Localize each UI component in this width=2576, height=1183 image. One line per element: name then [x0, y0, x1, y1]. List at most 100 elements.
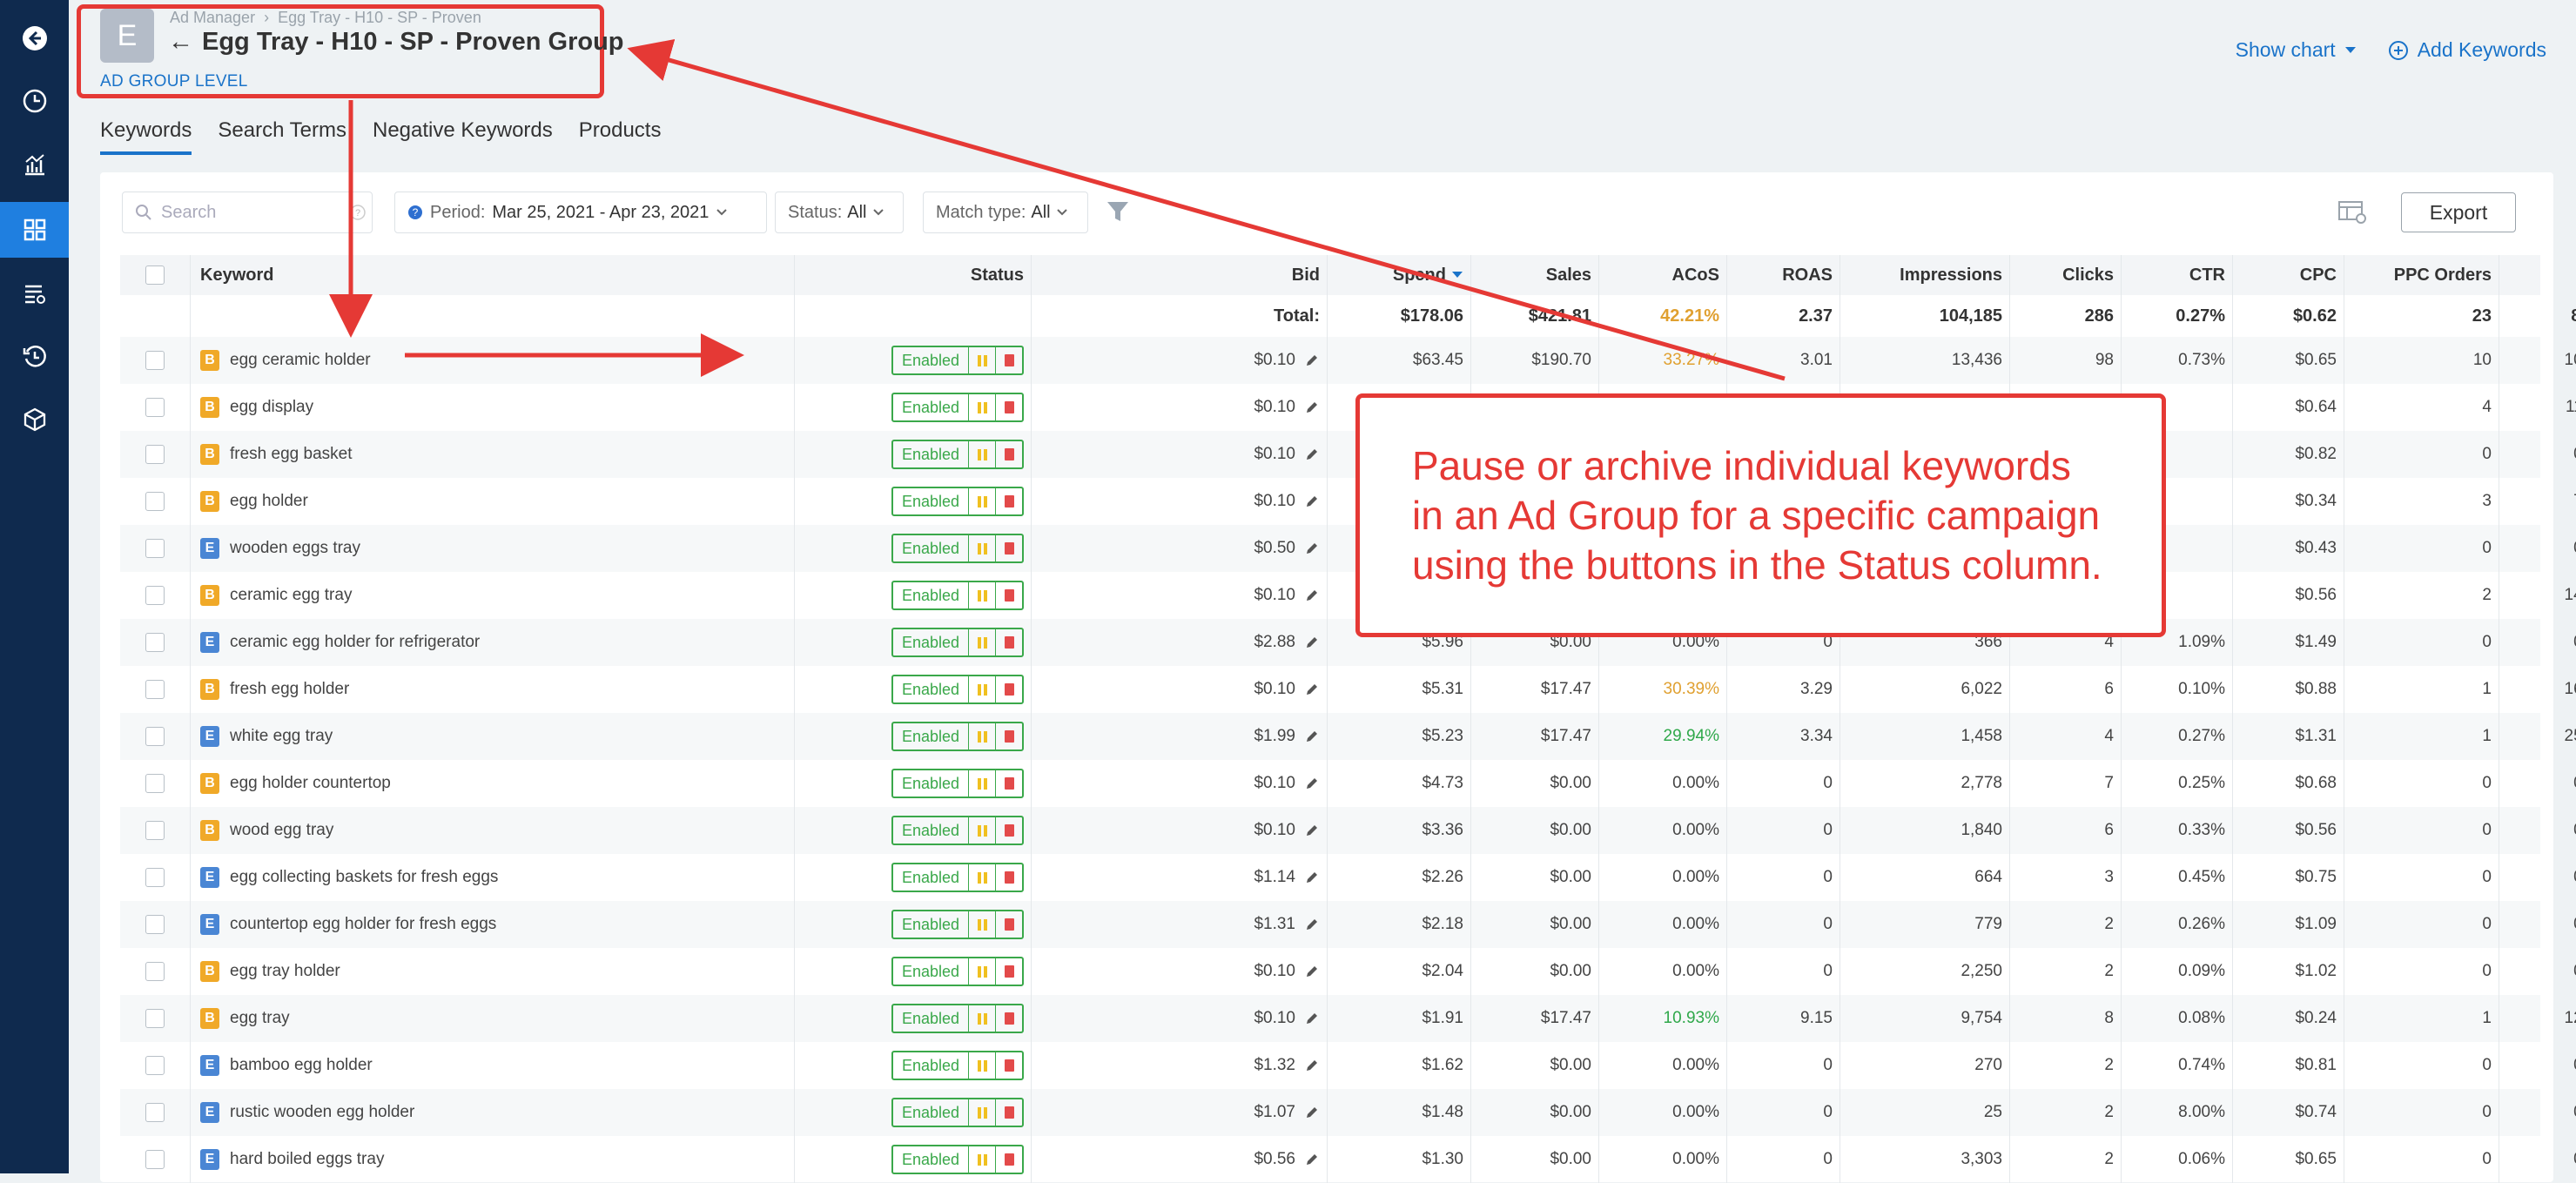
add-keywords-button[interactable]: Add Keywords: [2388, 38, 2546, 62]
sort-desc-icon[interactable]: [1451, 271, 1463, 279]
edit-bid-pencil-icon[interactable]: [1304, 447, 1320, 462]
row-checkbox[interactable]: [145, 1009, 165, 1028]
row-checkbox[interactable]: [145, 492, 165, 511]
row-checkbox[interactable]: [145, 586, 165, 605]
row-checkbox[interactable]: [145, 351, 165, 370]
status-filter[interactable]: Status: All: [775, 192, 904, 233]
pause-button[interactable]: [969, 911, 996, 938]
status-enabled-button[interactable]: Enabled: [893, 441, 969, 467]
archive-button[interactable]: [996, 629, 1022, 655]
column-header-spend[interactable]: Spend: [1327, 255, 1470, 295]
column-header-roas[interactable]: ROAS: [1726, 255, 1840, 295]
search-input[interactable]: Search ?: [122, 192, 373, 233]
archive-button[interactable]: [996, 582, 1022, 608]
pause-button[interactable]: [969, 1099, 996, 1126]
edit-bid-pencil-icon[interactable]: [1304, 1152, 1320, 1167]
period-filter[interactable]: ? Period: Mar 25, 2021 - Apr 23, 2021: [394, 192, 767, 233]
archive-button[interactable]: [996, 347, 1022, 373]
pause-button[interactable]: [969, 488, 996, 514]
grid-icon[interactable]: [0, 202, 69, 258]
status-enabled-button[interactable]: Enabled: [893, 1146, 969, 1173]
archive-button[interactable]: [996, 394, 1022, 420]
edit-bid-pencil-icon[interactable]: [1304, 494, 1320, 509]
archive-button[interactable]: [996, 441, 1022, 467]
column-settings-icon[interactable]: [2337, 200, 2367, 225]
edit-bid-pencil-icon[interactable]: [1304, 823, 1320, 838]
row-checkbox[interactable]: [145, 727, 165, 746]
archive-button[interactable]: [996, 911, 1022, 938]
edit-bid-pencil-icon[interactable]: [1304, 1105, 1320, 1120]
pause-button[interactable]: [969, 1005, 996, 1032]
breadcrumb-item[interactable]: Ad Manager: [170, 9, 255, 26]
row-checkbox[interactable]: [145, 962, 165, 981]
archive-button[interactable]: [996, 1052, 1022, 1079]
edit-bid-pencil-icon[interactable]: [1304, 682, 1320, 697]
analytics-icon[interactable]: [0, 138, 69, 193]
pause-button[interactable]: [969, 1052, 996, 1079]
archive-button[interactable]: [996, 1005, 1022, 1032]
pause-button[interactable]: [969, 582, 996, 608]
column-header-cr[interactable]: CR: [2499, 255, 2576, 295]
pause-button[interactable]: [969, 441, 996, 467]
row-checkbox[interactable]: [145, 915, 165, 934]
archive-button[interactable]: [996, 958, 1022, 985]
show-chart-button[interactable]: Show chart: [2236, 38, 2357, 62]
history-icon[interactable]: [0, 329, 69, 385]
row-checkbox[interactable]: [145, 539, 165, 558]
status-enabled-button[interactable]: Enabled: [893, 1052, 969, 1079]
select-all-checkbox[interactable]: [145, 266, 165, 285]
edit-bid-pencil-icon[interactable]: [1304, 964, 1320, 979]
status-enabled-button[interactable]: Enabled: [893, 535, 969, 561]
edit-bid-pencil-icon[interactable]: [1304, 870, 1320, 885]
archive-button[interactable]: [996, 723, 1022, 749]
archive-button[interactable]: [996, 488, 1022, 514]
column-header-sales[interactable]: Sales: [1470, 255, 1598, 295]
row-checkbox[interactable]: [145, 633, 165, 652]
edit-bid-pencil-icon[interactable]: [1304, 353, 1320, 368]
column-header-clicks[interactable]: Clicks: [2009, 255, 2121, 295]
pause-button[interactable]: [969, 817, 996, 844]
help-icon[interactable]: ?: [349, 204, 367, 221]
pause-button[interactable]: [969, 770, 996, 797]
status-enabled-button[interactable]: Enabled: [893, 629, 969, 655]
row-checkbox[interactable]: [145, 868, 165, 887]
pause-button[interactable]: [969, 629, 996, 655]
archive-button[interactable]: [996, 864, 1022, 891]
status-enabled-button[interactable]: Enabled: [893, 488, 969, 514]
status-enabled-button[interactable]: Enabled: [893, 770, 969, 797]
match-type-filter[interactable]: Match type: All: [923, 192, 1088, 233]
pause-button[interactable]: [969, 723, 996, 749]
status-enabled-button[interactable]: Enabled: [893, 676, 969, 702]
archive-button[interactable]: [996, 1146, 1022, 1173]
row-checkbox[interactable]: [145, 680, 165, 699]
status-enabled-button[interactable]: Enabled: [893, 347, 969, 373]
status-enabled-button[interactable]: Enabled: [893, 582, 969, 608]
row-checkbox[interactable]: [145, 398, 165, 417]
box-icon[interactable]: [0, 392, 69, 447]
status-enabled-button[interactable]: Enabled: [893, 911, 969, 938]
pause-button[interactable]: [969, 394, 996, 420]
edit-bid-pencil-icon[interactable]: [1304, 1058, 1320, 1073]
status-enabled-button[interactable]: Enabled: [893, 723, 969, 749]
list-settings-icon[interactable]: [0, 266, 69, 321]
column-header-cpc[interactable]: CPC: [2232, 255, 2344, 295]
filter-funnel-icon[interactable]: [1106, 200, 1130, 223]
row-checkbox[interactable]: [145, 1056, 165, 1075]
export-button[interactable]: Export: [2401, 192, 2516, 232]
status-enabled-button[interactable]: Enabled: [893, 1005, 969, 1032]
edit-bid-pencil-icon[interactable]: [1304, 1011, 1320, 1026]
pause-button[interactable]: [969, 1146, 996, 1173]
row-checkbox[interactable]: [145, 821, 165, 840]
tab-keywords[interactable]: Keywords: [100, 118, 192, 155]
pause-button[interactable]: [969, 958, 996, 985]
edit-bid-pencil-icon[interactable]: [1304, 917, 1320, 932]
archive-button[interactable]: [996, 676, 1022, 702]
pause-button[interactable]: [969, 676, 996, 702]
status-enabled-button[interactable]: Enabled: [893, 864, 969, 891]
edit-bid-pencil-icon[interactable]: [1304, 729, 1320, 744]
edit-bid-pencil-icon[interactable]: [1304, 400, 1320, 415]
column-header-acos[interactable]: ACoS: [1598, 255, 1726, 295]
status-enabled-button[interactable]: Enabled: [893, 1099, 969, 1126]
tab-negative-keywords[interactable]: Negative Keywords: [373, 118, 553, 155]
column-header-bid[interactable]: Bid: [1031, 255, 1327, 295]
